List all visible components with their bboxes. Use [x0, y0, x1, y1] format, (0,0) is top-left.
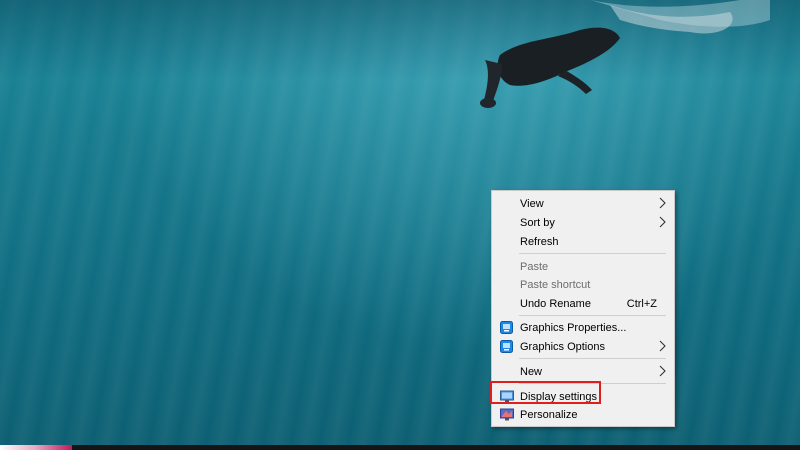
- menu-item-graphics-properties[interactable]: Graphics Properties...: [493, 319, 673, 337]
- desktop-wallpaper[interactable]: [0, 0, 800, 450]
- personalize-icon: [500, 408, 514, 421]
- menu-item-graphics-options[interactable]: Graphics Options: [493, 338, 673, 356]
- menu-item-label: Graphics Properties...: [520, 322, 627, 334]
- chevron-right-icon: [659, 365, 666, 377]
- menu-item-label: Graphics Options: [520, 341, 605, 353]
- chevron-right-icon: [659, 216, 666, 228]
- menu-item-label: Refresh: [520, 236, 559, 248]
- intel-graphics-icon: [500, 321, 513, 334]
- menu-item-label: Paste shortcut: [520, 279, 591, 291]
- menu-item-label: Undo Rename: [520, 298, 591, 310]
- menu-item-view[interactable]: View: [493, 195, 673, 213]
- menu-item-paste-shortcut[interactable]: Paste shortcut: [493, 276, 673, 294]
- menu-item-label: Sort by: [520, 217, 555, 229]
- menu-separator: [519, 253, 666, 254]
- menu-separator: [519, 315, 666, 316]
- menu-item-undo-rename[interactable]: Undo Rename Ctrl+Z: [493, 295, 673, 313]
- taskbar-start-area[interactable]: [0, 445, 72, 450]
- chevron-right-icon: [659, 197, 666, 209]
- menu-item-label: Paste: [520, 261, 549, 273]
- menu-item-label: New: [520, 366, 543, 378]
- menu-separator: [519, 358, 666, 359]
- menu-item-sort-by[interactable]: Sort by: [493, 214, 673, 232]
- swimmer-image: [480, 0, 770, 108]
- menu-item-paste[interactable]: Paste: [493, 258, 673, 276]
- taskbar[interactable]: [0, 445, 800, 450]
- menu-item-new[interactable]: New: [493, 363, 673, 381]
- menu-item-personalize[interactable]: Personalize: [493, 406, 673, 424]
- intel-graphics-icon: [500, 340, 513, 353]
- menu-item-label: View: [520, 198, 544, 210]
- menu-item-refresh[interactable]: Refresh: [493, 233, 673, 251]
- display-settings-highlight-box: [490, 381, 601, 404]
- menu-item-label: Personalize: [520, 409, 578, 421]
- menu-item-shortcut: Ctrl+Z: [626, 298, 657, 310]
- chevron-right-icon: [659, 340, 666, 352]
